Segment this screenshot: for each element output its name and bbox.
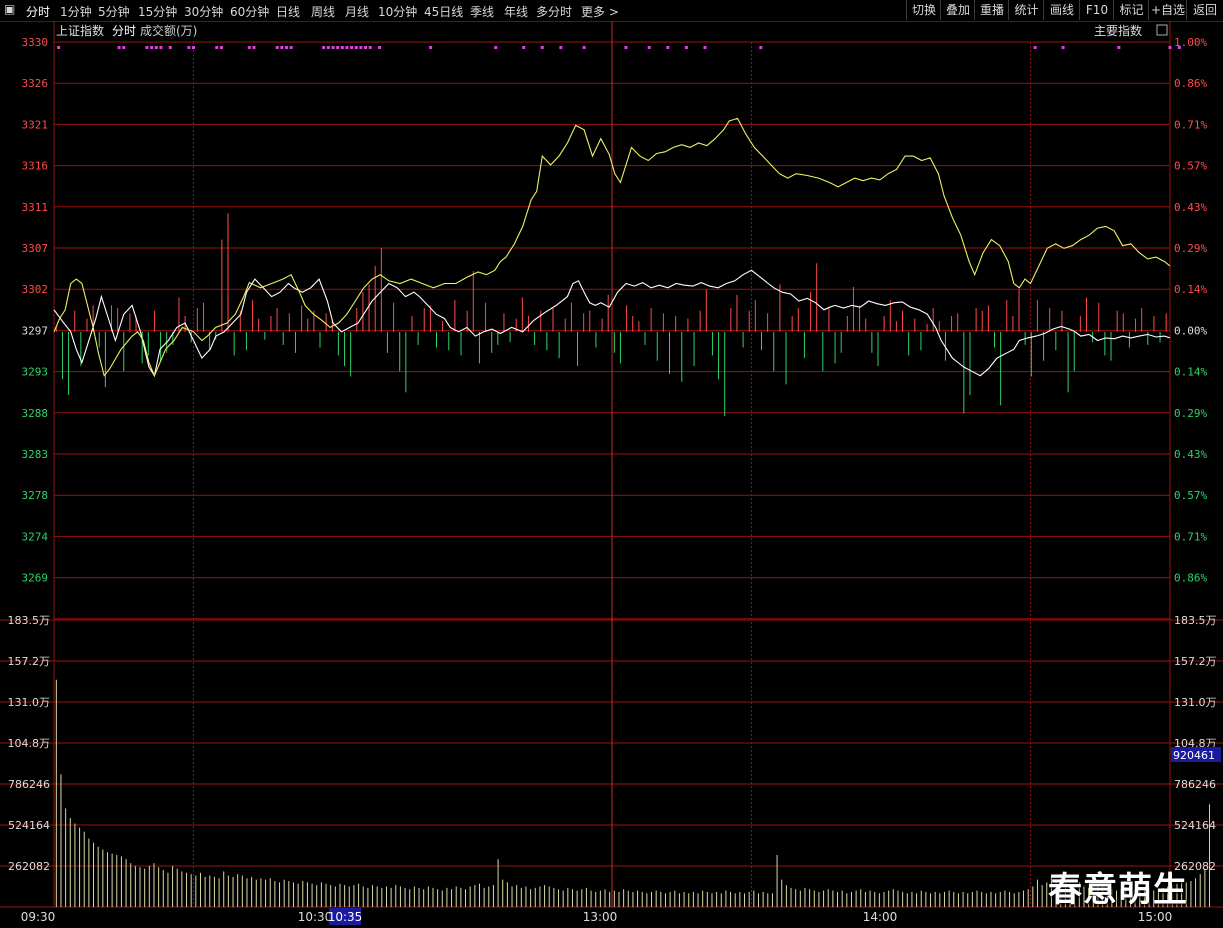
price-left-tick: 3326	[22, 77, 49, 90]
price-left-tick: 3316	[22, 160, 49, 173]
event-marker	[494, 46, 498, 49]
price-left-tick: 3311	[22, 201, 49, 214]
event-marker	[215, 46, 219, 49]
event-marker	[289, 46, 293, 49]
header-index-name: 上证指数	[56, 23, 104, 38]
event-marker	[429, 46, 433, 49]
price-right-tick: 0.29%	[1174, 242, 1207, 255]
price-right-tick: 0.00%	[1174, 324, 1207, 337]
event-marker	[252, 46, 256, 49]
price-right-tick: 0.29%	[1174, 407, 1207, 420]
event-marker	[522, 46, 526, 49]
event-marker	[1061, 46, 1065, 49]
price-left-tick: 3288	[22, 407, 49, 420]
watermark-text: 春意萌生	[1048, 870, 1188, 910]
volume-right-tick: 131.0万	[1174, 696, 1217, 709]
event-marker	[150, 46, 154, 49]
price-right-tick: 0.14%	[1174, 366, 1207, 379]
event-marker	[354, 46, 358, 49]
header-main-index-label: 主要指数	[1094, 23, 1142, 38]
price-left-tick: 3307	[22, 242, 49, 255]
event-marker	[117, 46, 121, 49]
event-marker	[336, 46, 340, 49]
event-marker	[540, 46, 544, 49]
event-marker	[159, 46, 163, 49]
event-marker	[559, 46, 563, 49]
event-marker	[192, 46, 195, 49]
price-right-tick: 0.57%	[1174, 160, 1207, 173]
volume-left-tick: 104.8万	[8, 737, 51, 750]
volume-left-tick: 183.5万	[8, 614, 51, 627]
price-right-tick: 0.14%	[1174, 283, 1207, 296]
header-volume-label: 成交额(万)	[140, 23, 197, 38]
volume-current-value: 920461	[1173, 749, 1215, 762]
event-marker	[322, 46, 326, 49]
price-right-tick: 0.86%	[1174, 572, 1207, 585]
event-marker	[285, 46, 288, 49]
price-left-tick: 3293	[22, 366, 49, 379]
intraday-chart[interactable]: 上证指数 分时 成交额(万) 主要指数3330 1.00%3326 0.86%3321 0.…	[0, 0, 1223, 928]
event-marker	[1177, 46, 1181, 49]
time-axis-label: 14:00	[863, 910, 898, 924]
time-axis-label: 09:30	[21, 910, 56, 924]
price-left-tick: 3302	[22, 283, 49, 296]
event-marker	[1117, 46, 1121, 49]
price-left-tick: 3269	[22, 572, 49, 585]
event-marker	[340, 46, 344, 49]
time-axis-label: 13:00	[583, 910, 618, 924]
volume-left-tick: 262082	[8, 860, 50, 873]
event-marker	[359, 46, 363, 49]
price-right-tick: 0.71%	[1174, 118, 1207, 131]
volume-left-tick: 131.0万	[8, 696, 51, 709]
event-marker	[154, 46, 158, 49]
volume-right-tick: 786246	[1174, 778, 1216, 791]
price-left-tick: 3278	[22, 489, 49, 502]
event-marker	[759, 46, 763, 49]
event-marker	[57, 46, 61, 49]
event-marker	[582, 46, 586, 49]
price-right-tick: 0.43%	[1174, 448, 1207, 461]
event-marker	[247, 46, 251, 49]
price-left-tick: 3297	[22, 324, 49, 337]
event-marker	[331, 46, 335, 49]
volume-left-tick: 157.2万	[8, 655, 51, 668]
event-marker	[1033, 46, 1037, 49]
event-marker	[280, 46, 284, 49]
header-mode: 分时	[112, 24, 136, 38]
event-marker	[703, 46, 707, 49]
event-marker	[187, 46, 191, 49]
event-marker	[122, 46, 126, 49]
event-marker	[378, 46, 381, 49]
price-left-tick: 3274	[22, 530, 49, 543]
event-marker	[350, 46, 354, 49]
event-marker	[368, 46, 372, 49]
price-left-tick: 3330	[22, 36, 49, 49]
volume-right-tick: 157.2万	[1174, 655, 1217, 668]
main-index-toggle-icon	[1156, 24, 1168, 36]
event-marker	[345, 46, 349, 49]
volume-left-tick: 786246	[8, 778, 50, 791]
time-axis-label: 15:00	[1138, 910, 1173, 924]
price-right-tick: 0.57%	[1174, 489, 1207, 502]
event-marker	[684, 46, 688, 49]
event-marker	[145, 46, 149, 49]
event-marker	[168, 46, 172, 49]
event-marker	[364, 46, 368, 49]
price-right-tick: 0.86%	[1174, 77, 1207, 90]
price-right-tick: 0.71%	[1174, 530, 1207, 543]
event-marker	[275, 46, 279, 49]
price-left-tick: 3283	[22, 448, 49, 461]
event-marker	[666, 46, 670, 49]
event-marker	[1168, 46, 1172, 49]
volume-left-tick: 524164	[8, 819, 50, 832]
event-marker	[219, 46, 223, 49]
event-marker	[624, 46, 628, 49]
cursor-time-label: 10:35	[328, 910, 363, 924]
price-right-tick: 0.43%	[1174, 201, 1207, 214]
price-left-tick: 3321	[22, 118, 49, 131]
event-marker	[647, 46, 651, 49]
event-marker	[326, 46, 330, 49]
volume-right-tick: 183.5万	[1174, 614, 1217, 627]
